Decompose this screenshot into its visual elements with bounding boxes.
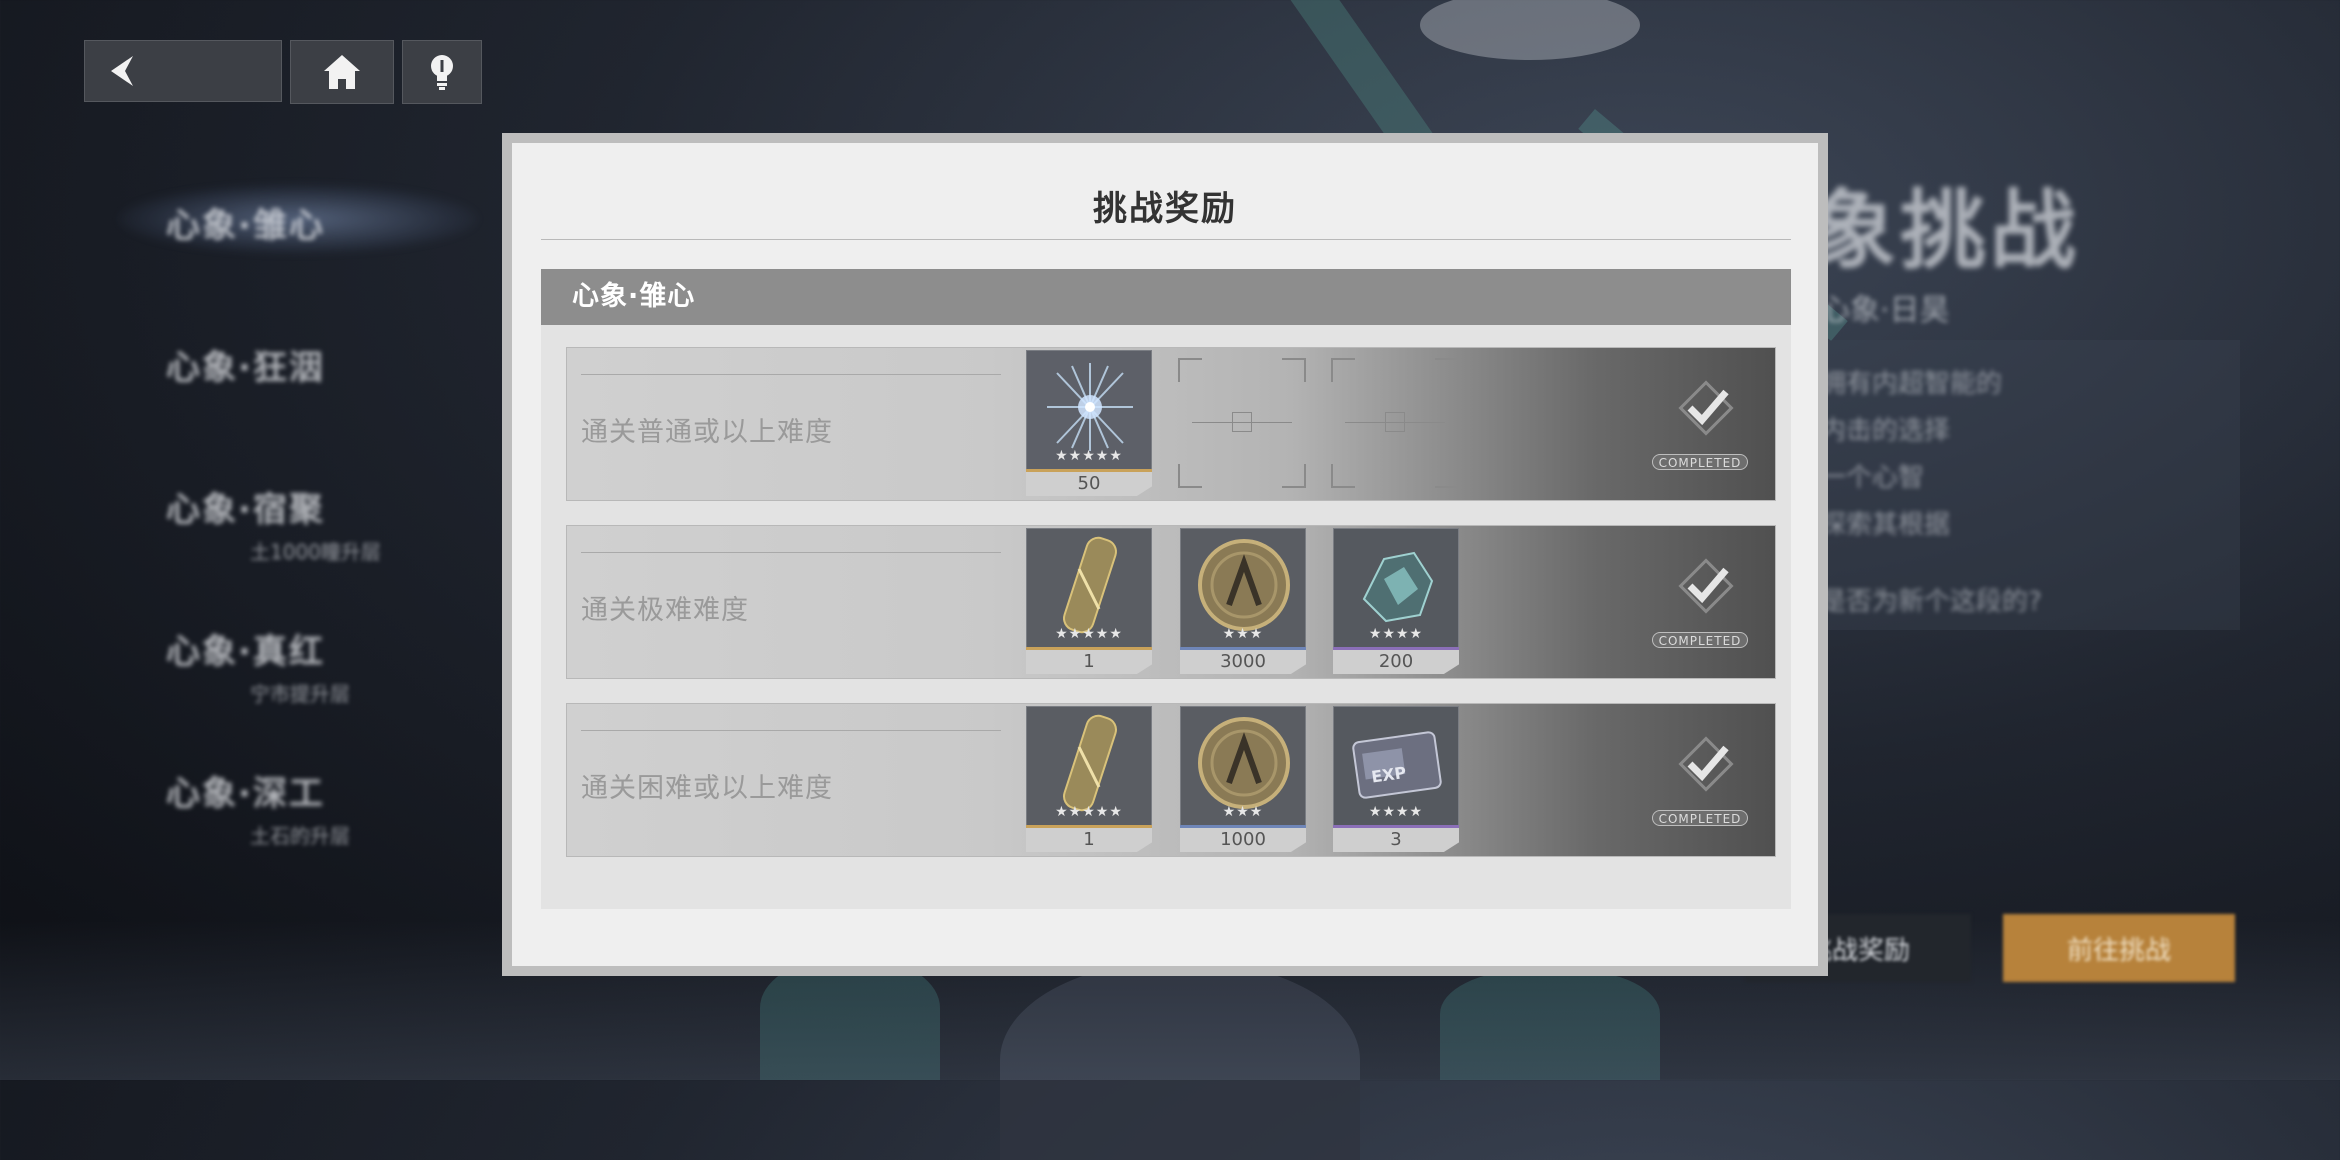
- reward-quantity: 50: [1026, 472, 1152, 496]
- completion-status: COMPLETED: [1652, 734, 1752, 834]
- stage-item-label: 心象·宿聚: [166, 490, 325, 530]
- rarity-bar: [1180, 647, 1306, 650]
- stage-item[interactable]: 心象·宿聚 土1000瞳升层: [120, 474, 500, 616]
- completed-badge: COMPLETED: [1652, 632, 1748, 648]
- slot-corner: [1331, 464, 1355, 488]
- stage-unlock-hint: 土石的升层: [250, 824, 350, 848]
- reward-quantity: 200: [1333, 650, 1459, 674]
- row-divider: [581, 374, 1001, 375]
- reward-condition: 通关困难或以上难度: [581, 773, 833, 804]
- stage-item[interactable]: 心象·狂洇: [120, 332, 500, 474]
- rarity-stars: ★★★: [1222, 804, 1264, 820]
- completed-badge: COMPLETED: [1652, 454, 1748, 470]
- stage-unlock-hint: 土1000瞳升层: [250, 540, 381, 564]
- slot-corner: [1282, 358, 1306, 382]
- reward-item[interactable]: EXP ★★★★ 3: [1333, 706, 1459, 852]
- empty-reward-slot: [1331, 358, 1459, 488]
- completion-status: COMPLETED: [1652, 378, 1752, 478]
- row-divider: [581, 730, 1001, 731]
- home-button[interactable]: [290, 40, 394, 104]
- rarity-bar: [1026, 647, 1152, 650]
- rarity-stars: ★★★★★: [1055, 626, 1123, 642]
- divider: [541, 239, 1791, 240]
- reward-row: 通关普通或以上难度 ★★★★★ 50 COMPLETED: [566, 347, 1776, 501]
- reward-row: 通关困难或以上难度 ★★★★★ 1 ★★★ 1000 EXP ★★★★ 3 CO…: [566, 703, 1776, 857]
- stage-description-line: 拥有内超智能的: [1820, 369, 2003, 399]
- stage-item-label: 心象·狂洇: [166, 348, 325, 388]
- slot-crosshair: [1232, 412, 1252, 432]
- reward-item[interactable]: ★★★★★ 50: [1026, 350, 1152, 496]
- rewards-section: 心象·雏心 通关普通或以上难度 ★★★★★ 50 COMPLETED 通关极难难…: [541, 269, 1791, 909]
- stage-unlock-hint: 宁市提升层: [250, 682, 350, 706]
- reward-item[interactable]: ★★★ 1000: [1180, 706, 1306, 852]
- reward-item[interactable]: ★★★ 3000: [1180, 528, 1306, 674]
- reward-quantity: 3: [1333, 828, 1459, 852]
- slot-corner: [1178, 464, 1202, 488]
- stage-item[interactable]: 心象·雏心: [120, 190, 500, 332]
- slot-crosshair: [1385, 412, 1405, 432]
- checkmark-icon: [1676, 378, 1736, 438]
- reward-quantity: 1000: [1180, 828, 1306, 852]
- background-character: [1000, 960, 1360, 1160]
- checkmark-icon: [1676, 556, 1736, 616]
- reward-item[interactable]: ★★★★★ 1: [1026, 706, 1152, 852]
- rarity-bar: [1026, 825, 1152, 828]
- reward-quantity: 3000: [1180, 650, 1306, 674]
- stage-description-line: 内击的选择: [1820, 416, 1951, 446]
- section-title: 心象·雏心: [541, 269, 1791, 325]
- stage-item-label: 心象·雏心: [166, 206, 325, 246]
- completion-status: COMPLETED: [1652, 556, 1752, 656]
- stage-item-label: 心象·真红: [166, 632, 325, 672]
- slot-corner: [1435, 464, 1459, 488]
- stage-question: 是否为新个这段的?: [1820, 587, 2042, 617]
- home-icon: [324, 55, 360, 89]
- rarity-stars: ★★★★: [1368, 804, 1424, 820]
- reward-condition: 通关普通或以上难度: [581, 417, 833, 448]
- hint-button[interactable]: [402, 40, 482, 104]
- row-divider: [581, 552, 1001, 553]
- slot-corner: [1435, 358, 1459, 382]
- stage-title: 象挑战: [1810, 181, 2080, 281]
- stage-info-panel: 象挑战 心象·日昊 拥有内超智能的 内击的选择 一个心智 探索其根据 是否为新个…: [1810, 160, 2240, 618]
- slot-corner: [1331, 358, 1355, 382]
- empty-reward-slot: [1178, 358, 1306, 488]
- reward-row: 通关极难难度 ★★★★★ 1 ★★★ 3000 ★★★★ 200 COMPLET…: [566, 525, 1776, 679]
- background-character-hair: [760, 960, 940, 1080]
- rarity-bar: [1333, 825, 1459, 828]
- reward-quantity: 1: [1026, 828, 1152, 852]
- stage-description-line: 探索其根据: [1820, 510, 1951, 540]
- background-cloud: [1420, 0, 1640, 60]
- lightbulb-icon: [431, 55, 453, 90]
- checkmark-icon: [1676, 734, 1736, 794]
- reward-item[interactable]: ★★★★★ 1: [1026, 528, 1152, 674]
- reward-quantity: 1: [1026, 650, 1152, 674]
- stage-item-label: 心象·深工: [166, 774, 325, 814]
- slot-corner: [1282, 464, 1306, 488]
- stage-item[interactable]: 心象·真红 宁市提升层: [120, 616, 500, 758]
- start-challenge-button[interactable]: 前往挑战: [2003, 914, 2235, 982]
- stage-item[interactable]: 心象·深工 土石的升层: [120, 758, 500, 900]
- rarity-bar: [1333, 647, 1459, 650]
- rewards-modal: 挑战奖励 心象·雏心 通关普通或以上难度 ★★★★★ 50 COMPLETED …: [502, 133, 1828, 976]
- reward-item[interactable]: ★★★★ 200: [1333, 528, 1459, 674]
- rarity-bar: [1180, 825, 1306, 828]
- background-character-hair: [1440, 970, 1660, 1080]
- rarity-stars: ★★★: [1222, 626, 1264, 642]
- stage-description-line: 一个心智: [1820, 463, 1925, 493]
- rarity-stars: ★★★★★: [1055, 448, 1123, 464]
- rarity-bar: [1026, 469, 1152, 472]
- back-button[interactable]: [84, 40, 282, 102]
- stage-list: 心象·雏心 心象·狂洇 心象·宿聚 土1000瞳升层 心象·真红 宁市提升层 心…: [120, 190, 500, 900]
- top-navigation: [84, 40, 482, 104]
- modal-title: 挑战奖励: [1093, 189, 1237, 229]
- rarity-stars: ★★★★★: [1055, 804, 1123, 820]
- stage-subtitle: 心象·日昊: [1820, 293, 1950, 328]
- rewards-modal-body: 挑战奖励 心象·雏心 通关普通或以上难度 ★★★★★ 50 COMPLETED …: [512, 143, 1818, 966]
- slot-corner: [1178, 358, 1202, 382]
- back-arrow-icon: [111, 56, 133, 86]
- rarity-stars: ★★★★: [1368, 626, 1424, 642]
- reward-condition: 通关极难难度: [581, 595, 749, 626]
- completed-badge: COMPLETED: [1652, 810, 1748, 826]
